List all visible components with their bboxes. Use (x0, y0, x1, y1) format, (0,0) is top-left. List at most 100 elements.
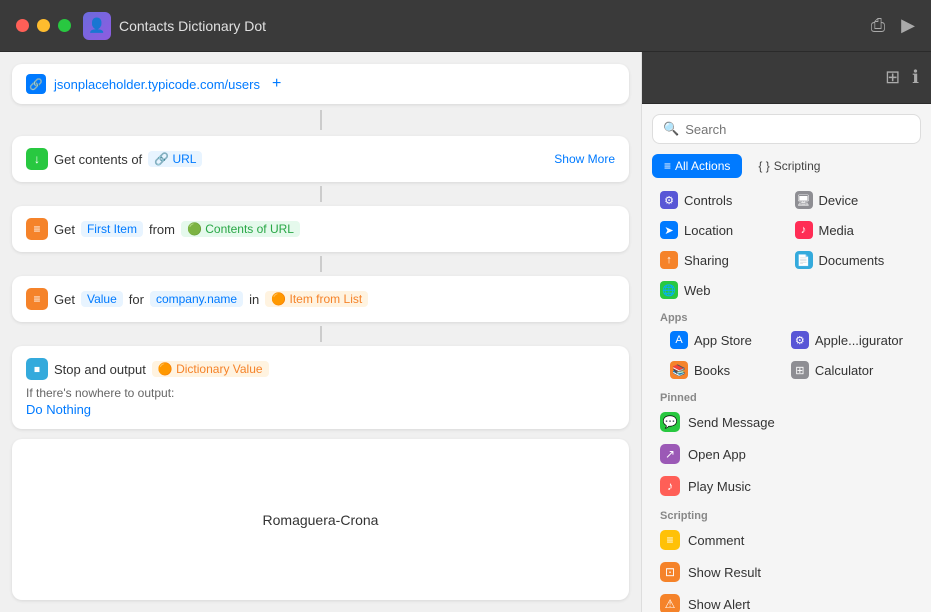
show-result-label: Show Result (688, 565, 761, 580)
calculator-label: Calculator (815, 363, 874, 378)
panel-toolbar: ⊞ ℹ (642, 52, 931, 104)
app-store-label: App Store (694, 333, 752, 348)
sidebar-item-controls[interactable]: ⚙ Controls (652, 186, 787, 214)
sidebar-item-location[interactable]: ➤ Location (652, 216, 787, 244)
web-icon: 🌐 (660, 281, 678, 299)
sidebar-item-calculator[interactable]: ⊞ Calculator (783, 356, 911, 384)
list-item-open-app[interactable]: ↗ Open App (652, 438, 921, 470)
get-contents-label: Get contents of (54, 152, 142, 167)
share-button[interactable]: ⎙ (871, 15, 885, 36)
tab-all-actions[interactable]: ≡ All Actions (652, 154, 742, 178)
contents-url-token: 🟢 Contents of URL (181, 221, 300, 237)
sidebar-item-web[interactable]: 🌐 Web (652, 276, 787, 304)
documents-icon: 📄 (795, 251, 813, 269)
get-value-card: ≡ Get Value for company.name in 🟠 Item f… (12, 276, 629, 322)
tab-scripting[interactable]: { } Scripting (746, 154, 832, 178)
scripting-section-label: Scripting (642, 502, 931, 524)
list-item-show-alert[interactable]: ⚠ Show Alert (652, 588, 921, 612)
get-value-icon: ≡ (26, 288, 48, 310)
show-result-icon: ⊡ (660, 562, 680, 582)
sidebar-item-media[interactable]: ♪ Media (787, 216, 922, 244)
window-title: Contacts Dictionary Dot (119, 18, 871, 34)
for-label: for (129, 292, 144, 307)
get-contents-card: ↓ Get contents of 🔗 URL Show More (12, 136, 629, 182)
comment-icon: ≡ (660, 530, 680, 550)
list-item-play-music[interactable]: ♪ Play Music (652, 470, 921, 502)
device-icon: 🖥 (795, 191, 813, 209)
from-label: from (149, 222, 175, 237)
apple-configurator-icon: ⚙ (791, 331, 809, 349)
close-button[interactable] (16, 19, 29, 32)
add-action-button[interactable]: ⊞ (885, 67, 900, 88)
sidebar-item-device[interactable]: 🖥 Device (787, 186, 922, 214)
documents-label: Documents (819, 253, 885, 268)
main-content: 🔗 jsonplaceholder.typicode.com/users + ↓… (0, 52, 931, 612)
sidebar-scroll: ⚙ Controls 🖥 Device ➤ Location ♪ Media ↑ (642, 186, 931, 612)
minimize-button[interactable] (37, 19, 50, 32)
play-music-icon: ♪ (660, 476, 680, 496)
send-message-icon: 💬 (660, 412, 680, 432)
sidebar-item-documents[interactable]: 📄 Documents (787, 246, 922, 274)
dict-value-token: 🟠 Dictionary Value (152, 361, 269, 377)
get-first-item-row: ≡ Get First Item from 🟢 Contents of URL (26, 218, 615, 240)
maximize-button[interactable] (58, 19, 71, 32)
sharing-icon: ↑ (660, 251, 678, 269)
titlebar: 👤 Contacts Dictionary Dot ⎙ ▶ (0, 0, 931, 52)
sharing-label: Sharing (684, 253, 729, 268)
do-nothing-button[interactable]: Do Nothing (26, 402, 615, 417)
stop-label: Stop and output (54, 362, 146, 377)
send-message-label: Send Message (688, 415, 775, 430)
url-text: jsonplaceholder.typicode.com/users (54, 77, 260, 92)
app-store-icon: A (670, 331, 688, 349)
books-icon: 📚 (670, 361, 688, 379)
web-label: Web (684, 283, 711, 298)
item-from-list-token: 🟠 Item from List (265, 291, 368, 307)
calculator-icon: ⊞ (791, 361, 809, 379)
list-item-comment[interactable]: ≡ Comment (652, 524, 921, 556)
show-alert-icon: ⚠ (660, 594, 680, 612)
sidebar-item-app-store[interactable]: A App Store (662, 326, 783, 354)
stop-output-card: ⏹ Stop and output 🟠 Dictionary Value If … (12, 346, 629, 429)
location-icon: ➤ (660, 221, 678, 239)
list-item-send-message[interactable]: 💬 Send Message (652, 406, 921, 438)
open-app-icon: ↗ (660, 444, 680, 464)
stop-icon: ⏹ (26, 358, 48, 380)
get-first-item-card: ≡ Get First Item from 🟢 Contents of URL (12, 206, 629, 252)
get-value-label-pre: Get (54, 292, 75, 307)
titlebar-actions: ⎙ ▶ (871, 15, 915, 36)
play-button[interactable]: ▶ (901, 15, 915, 36)
get-contents-row: ↓ Get contents of 🔗 URL Show More (26, 148, 615, 170)
traffic-lights (16, 19, 71, 32)
in-label: in (249, 292, 259, 307)
category-tabs: ≡ All Actions { } Scripting (652, 154, 921, 178)
scripting-list: ≡ Comment ⊡ Show Result ⚠ Show Alert ? A… (642, 524, 931, 612)
url-bar[interactable]: 🔗 jsonplaceholder.typicode.com/users + (12, 64, 629, 104)
search-icon: 🔍 (663, 121, 679, 137)
pinned-section-label: Pinned (642, 384, 931, 406)
value-token: Value (81, 291, 123, 307)
link-icon: 🔗 (26, 74, 46, 94)
device-label: Device (819, 193, 859, 208)
sidebar-item-sharing[interactable]: ↑ Sharing (652, 246, 787, 274)
sidebar-item-books[interactable]: 📚 Books (662, 356, 783, 384)
left-panel: 🔗 jsonplaceholder.typicode.com/users + ↓… (0, 52, 641, 612)
comment-label: Comment (688, 533, 744, 548)
category-grid: ⚙ Controls 🖥 Device ➤ Location ♪ Media ↑ (642, 186, 931, 304)
controls-icon: ⚙ (660, 191, 678, 209)
if-text: If there's nowhere to output: (26, 386, 615, 400)
scripting-tab-label: Scripting (774, 159, 821, 173)
info-button[interactable]: ℹ (912, 67, 919, 88)
controls-label: Controls (684, 193, 732, 208)
company-name-token: company.name (150, 291, 243, 307)
get-contents-icon: ↓ (26, 148, 48, 170)
list-item-show-result[interactable]: ⊡ Show Result (652, 556, 921, 588)
right-panel: ⊞ ℹ 🔍 ≡ All Actions { } Scripting ⚙ (641, 52, 931, 612)
show-more-button[interactable]: Show More (554, 152, 615, 166)
apps-section: A App Store ⚙ Apple...igurator 📚 Books ⊞… (642, 326, 931, 384)
stop-output-row: ⏹ Stop and output 🟠 Dictionary Value (26, 358, 615, 380)
search-input[interactable] (685, 122, 910, 137)
media-label: Media (819, 223, 854, 238)
search-box[interactable]: 🔍 (652, 114, 921, 144)
add-url-button[interactable]: + (272, 75, 281, 93)
sidebar-item-apple-configurator[interactable]: ⚙ Apple...igurator (783, 326, 911, 354)
